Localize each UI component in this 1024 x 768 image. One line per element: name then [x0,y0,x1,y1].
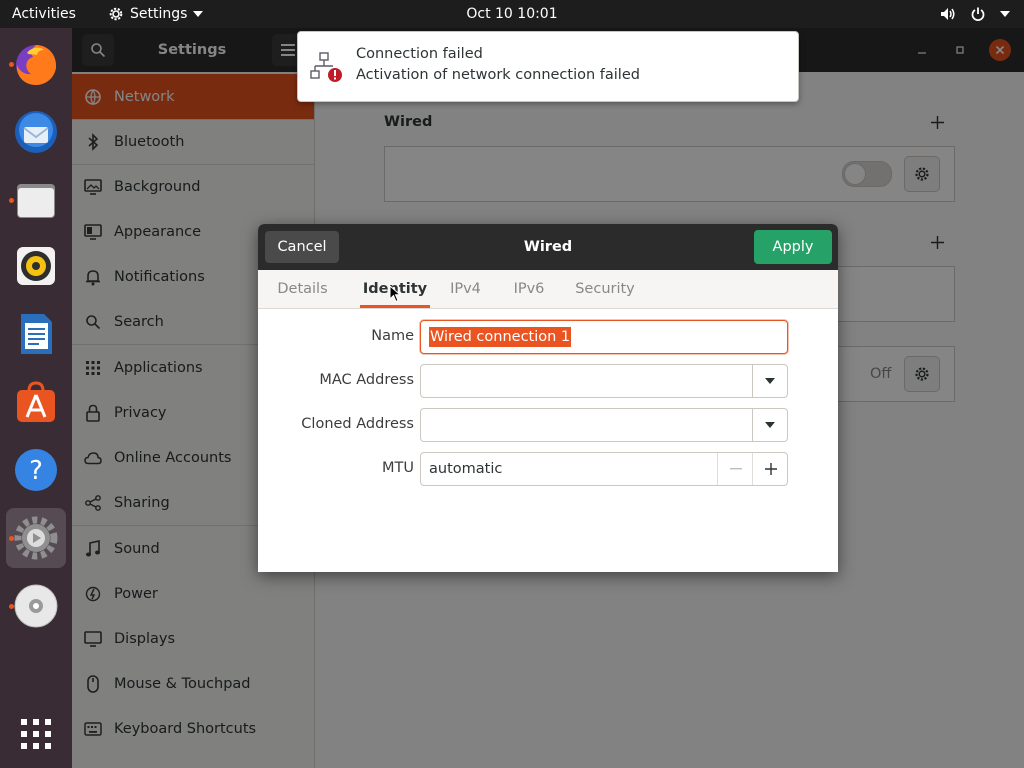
dock-ubuntu-software[interactable] [6,372,66,432]
notification-title: Connection failed [356,46,483,62]
mouse-pointer-icon [389,285,401,303]
app-grid-icon [21,719,51,749]
chevron-down-icon [765,422,775,428]
tab-details[interactable]: Details [270,270,335,308]
dock-help[interactable]: ? [6,440,66,500]
dock-firefox[interactable] [6,34,66,94]
mtu-value: automatic [429,461,503,477]
gear-icon [109,7,123,21]
dialog-header: Cancel Wired Apply [258,224,838,270]
tab-ipv4[interactable]: IPv4 [443,270,488,308]
mtu-label: MTU [382,460,414,476]
svg-text:?: ? [29,456,43,486]
name-field-value: Wired connection 1 [429,327,572,347]
running-indicator [9,62,14,67]
dialog-title: Wired [523,239,573,255]
app-menu-label: Settings [130,6,188,22]
show-applications-button[interactable] [6,704,66,764]
dock-files[interactable] [6,170,66,230]
mac-address-label: MAC Address [319,372,414,388]
tab-ipv6[interactable]: IPv6 [506,270,552,308]
cloned-address-combo[interactable] [420,408,788,442]
cloned-address-dropdown-button[interactable] [752,409,787,441]
name-field[interactable]: Wired connection 1 [420,320,788,354]
speaker-icon [17,247,55,285]
mtu-spinbutton[interactable]: automatic [420,452,788,486]
thunderbird-icon [15,111,57,153]
cancel-button[interactable]: Cancel [265,231,339,263]
name-label: Name [371,328,414,344]
help-icon: ? [15,449,57,491]
chevron-down-icon [765,378,775,384]
dock: ? [0,28,72,768]
notification-banner[interactable]: Connection failed Activation of network … [297,31,799,102]
system-tray[interactable] [940,0,1010,28]
volume-icon [941,8,955,20]
cloned-address-label: Cloned Address [301,416,414,432]
mtu-increment-button[interactable] [752,453,788,485]
power-icon [971,7,985,21]
chevron-down-icon [193,11,204,17]
activities-button[interactable]: Activities [12,0,76,28]
notification-body: Activation of network connection failed [356,67,640,83]
running-indicator [9,604,14,609]
tab-security[interactable]: Security [570,270,640,308]
mac-address-dropdown-button[interactable] [752,365,787,397]
running-indicator [9,198,14,203]
app-menu[interactable]: Settings [108,0,204,28]
wired-dialog: Cancel Wired Apply Details Identity IPv4… [258,224,838,572]
chevron-down-icon [1000,11,1010,17]
software-store-icon [17,381,55,422]
apply-button[interactable]: Apply [754,230,832,264]
mac-address-combo[interactable] [420,364,788,398]
running-indicator [9,536,14,541]
dock-settings[interactable] [6,508,66,568]
document-icon [21,314,52,354]
disc-icon [14,584,58,628]
firefox-icon [16,45,57,85]
plus-icon [764,463,777,475]
dock-dvd[interactable] [6,576,66,636]
mtu-decrement-button[interactable] [717,453,753,485]
settings-gear-icon [14,516,58,560]
folder-icon [17,184,55,218]
network-error-icon [310,52,342,82]
dock-rhythmbox[interactable] [6,236,66,296]
minus-icon [729,468,742,470]
dock-writer[interactable] [6,304,66,364]
dock-thunderbird[interactable] [6,102,66,162]
clock[interactable]: Oct 10 10:01 [466,6,557,22]
top-bar: Activities Settings Oct 10 10:01 [0,0,1024,28]
dialog-tabs: Details Identity IPv4 IPv6 Security [258,270,838,309]
